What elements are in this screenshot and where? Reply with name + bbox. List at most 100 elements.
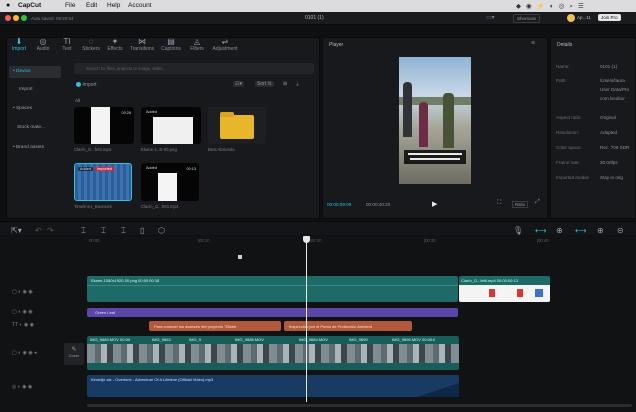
expand-icon[interactable]: ⤢ (535, 199, 540, 206)
media-toolbar: ☷▾ Sort ⇅ ⊞ ⏚ (233, 80, 313, 90)
split-icon[interactable]: ⌶ (81, 226, 86, 236)
sidebar-item-import[interactable]: Import (9, 84, 61, 96)
player-title: Player (329, 42, 344, 48)
layout-icon[interactable]: ▭▾ (486, 14, 495, 21)
tab-filters[interactable]: ◬ Filters (186, 37, 208, 57)
sticker-clip[interactable]: Ekane-1080x1920-00.png 00:00:00:18 (87, 276, 458, 302)
sidebar-item-spaces[interactable]: • Spaces (9, 103, 61, 115)
sidebar-item-stock[interactable]: Stock mate... (9, 122, 61, 134)
track-controls-audio[interactable]: ◎ ◐ ◉ ◉ (12, 384, 32, 390)
shortcuts-button[interactable]: Shortcuts (513, 14, 541, 23)
ruler-tick: |00:40 (537, 238, 549, 243)
details-rows: Name: 0101 (1) Path:/Users/laura User Dat… (556, 64, 636, 190)
autosave-status: Auto saved: 08:20:54 (31, 16, 74, 21)
tab-bar: ⬇ Import ◎ Audio TI Text ◌ Stickers ✦ Effects… (8, 37, 278, 57)
detail-row: Color space: Rec. 709 SDR (556, 145, 630, 150)
tab-audio[interactable]: ◎ Audio (32, 37, 54, 57)
media-item[interactable]: Added 00:13 (141, 163, 199, 201)
detail-row: Aspect ratio: Original (556, 115, 616, 120)
track-controls-effect[interactable]: ▢ ◐ ◉ ◉ (12, 309, 33, 315)
sidebar-item-device[interactable]: • Device (9, 66, 61, 78)
track-controls-main[interactable]: ▢ ◐ ◉ ◉ ◂ (12, 350, 37, 356)
preview-axis-icon[interactable]: ⊕ (597, 226, 604, 235)
magnet-toggle-icon[interactable]: ⊕ (556, 226, 563, 235)
import-button[interactable]: Import (76, 82, 97, 88)
cover-button[interactable]: ✎ Cover (64, 343, 84, 365)
tab-stickers[interactable]: ◌ Stickers (80, 37, 102, 57)
split-left-icon[interactable]: ⌶ (101, 226, 106, 236)
snap-toggle-icon[interactable]: ⟷ (575, 226, 586, 235)
media-item[interactable]: Added Imported (74, 163, 132, 201)
status-icons: ◆◉⚡◐◎⌕☰ (516, 3, 589, 10)
filter-icon[interactable]: ⊞ (283, 81, 287, 87)
text-clip-1[interactable]: Para conocer los avances del proyecto "E… (149, 321, 281, 331)
main-video-track[interactable]: IMG_9689.MOV 00:00 IMG_9663 IMG_9 IMG_96… (87, 336, 459, 370)
delete-icon[interactable]: ▯ (140, 226, 144, 235)
filters-icon: ◬ (193, 37, 201, 46)
all-label: All (75, 98, 81, 103)
playhead-handle[interactable] (303, 236, 310, 243)
fullscreen-crop-icon[interactable]: ⛶ (497, 200, 501, 207)
effect-clip[interactable]: Green Leaf (87, 308, 458, 317)
close-window-button[interactable] (5, 15, 11, 21)
microphone-icon[interactable]: 🎙 (513, 226, 523, 235)
view-toggle-icon[interactable]: ☷▾ (233, 81, 244, 87)
playhead[interactable] (306, 236, 307, 402)
folder-shape (220, 115, 254, 139)
media-item[interactable]: Added (141, 107, 201, 144)
sidebar-item-brand-assets[interactable]: • Brand assets (9, 142, 61, 154)
audio-clip[interactable]: Kimedje.aiz - Overtone - Adventure Of A … (87, 375, 459, 397)
media-item-label: Ekane-1..B-00.png (141, 147, 177, 152)
ruler: 00:00 |00:10 |00:20 |00:30 |00:40 (85, 236, 636, 246)
zoom-window-button[interactable] (21, 15, 27, 21)
funnel-icon[interactable]: ⏚ (295, 81, 300, 88)
menu-icon[interactable]: ≡ (531, 40, 535, 47)
redo-icon[interactable]: ↷ (47, 226, 54, 235)
ruler-tick: 00:00 (89, 238, 100, 243)
menu-account[interactable]: Account (128, 2, 152, 9)
small-marker (238, 255, 242, 259)
menu-help[interactable]: Help (107, 2, 120, 9)
minimize-window-button[interactable] (13, 15, 19, 21)
undo-icon[interactable]: ↶ (35, 226, 42, 235)
timeline-scrollbar[interactable] (87, 404, 632, 407)
detail-row: Resolution: Adapted (556, 130, 618, 135)
menu-file[interactable]: File (65, 2, 75, 9)
video-thumbnail (91, 107, 110, 144)
duration-badge: 00:13 (186, 167, 196, 171)
text-clip-2[interactable]: Inspección por el Punto de Protección Am… (284, 321, 412, 331)
app-menu[interactable]: CapCut (18, 2, 41, 9)
track-controls-sticker[interactable]: ▢ ◐ ◉ ◉ (12, 289, 33, 295)
detail-row: Imported media: Stay in orig (556, 175, 623, 180)
join-pro-button[interactable]: Join Pro (598, 14, 621, 21)
apple-icon[interactable]: ● (6, 2, 10, 9)
total-time: 00:00:40:20 (366, 202, 391, 207)
split-right-icon[interactable]: ⌶ (121, 226, 126, 236)
sort-button[interactable]: Sort ⇅ (255, 81, 274, 87)
link-toggle-icon[interactable]: ⟷ (535, 226, 546, 235)
sticker-clip-2[interactable]: Clarín_G...fetti.mp4 00:00:00:13 (459, 276, 550, 302)
project-name[interactable]: 0101 (1) (305, 15, 324, 21)
media-item-label: Clarín_G...fetti.mp4 (141, 204, 179, 209)
track-controls-text[interactable]: TT ◐ ◉ ◉ (12, 322, 34, 328)
folder-icon[interactable] (208, 107, 266, 144)
shield-icon[interactable]: ⬡ (158, 226, 165, 235)
clip-divider (87, 285, 458, 286)
media-search[interactable]: Search for files, projects or image, vid… (74, 63, 314, 74)
tab-text[interactable]: TI Text (56, 37, 78, 57)
tab-import[interactable]: ⬇ Import (8, 37, 30, 57)
select-tool-icon[interactable]: ⇱▾ (11, 226, 22, 235)
video-thumbnail (158, 173, 177, 201)
zoom-out-icon[interactable]: ⊝ (617, 226, 624, 235)
media-item[interactable]: 00:28 (74, 107, 134, 144)
tab-transitions[interactable]: ⋈ Transitions (128, 37, 156, 57)
detail-row: User Data/Pro (600, 87, 630, 92)
user-avatar[interactable] (567, 14, 575, 22)
play-button[interactable]: ▶ (432, 200, 437, 208)
ratio-button[interactable]: Ratio (512, 201, 529, 208)
duration-badge: 00:28 (121, 111, 131, 115)
tab-captions[interactable]: ▤ Captions (158, 37, 184, 57)
menu-edit[interactable]: Edit (86, 2, 97, 9)
tab-adjustment[interactable]: ⇌ Adjustment (210, 37, 240, 57)
tab-effects[interactable]: ✦ Effects (104, 37, 126, 57)
